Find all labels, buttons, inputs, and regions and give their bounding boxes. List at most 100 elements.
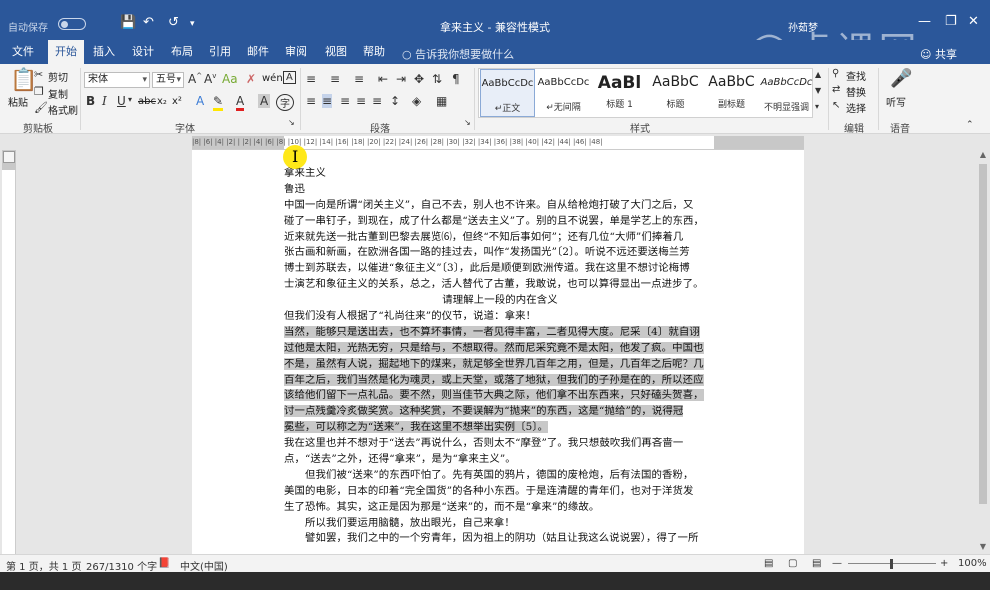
paragraph-dialog-launcher-icon[interactable]: ↘ — [464, 118, 471, 127]
restore-icon[interactable]: ❐ — [945, 14, 957, 29]
clear-formatting-icon[interactable]: ✗ — [246, 72, 256, 86]
select-button[interactable]: 选择 — [846, 100, 866, 115]
document-line[interactable]: 近来就先送一批古董到巴黎去展览⑹，但终“不知后事如何”；还有几位“大师”们捧着几 — [284, 230, 716, 246]
document-line[interactable]: 所以我们要运用脑髓，放出眼光，自己来拿！ — [284, 516, 716, 532]
vertical-ruler[interactable] — [2, 150, 16, 554]
tab-selector[interactable] — [3, 151, 15, 163]
underline-icon[interactable]: U — [117, 94, 126, 108]
underline-dropdown-icon[interactable]: ▾ — [128, 95, 132, 104]
font-name-select[interactable]: 宋体 — [84, 72, 150, 88]
document-line[interactable]: 冕些，可以称之为“送来”，我在这里不想举出实例〔5〕。 — [284, 420, 716, 436]
close-icon[interactable]: ✕ — [968, 14, 979, 29]
microphone-icon[interactable]: 🎤 — [890, 68, 912, 89]
document-line[interactable]: 当然，能够只是送出去，也不算坏事情，一者见得丰富，二者见得大度。尼采〔4〕就自诩 — [284, 325, 716, 341]
tab-file[interactable]: 文件 — [4, 40, 42, 64]
phonetic-guide-button[interactable]: wén — [262, 73, 283, 84]
style-normal[interactable]: AaBbCcDc ↵正文 — [480, 69, 535, 117]
sort-icon[interactable]: ⇅ — [432, 72, 442, 86]
superscript-button[interactable]: x² — [172, 96, 182, 107]
document-line[interactable]: 中国一向是所谓“闭关主义”，自己不去，别人也不许来。自从给枪炮打破了大门之后，又 — [284, 198, 716, 214]
document-line[interactable]: 生了恐怖。其实，这正是因为那是“送来”的，而不是“拿来”的缘故。 — [284, 500, 716, 516]
language-status[interactable]: 中文(中国) — [180, 558, 228, 573]
enclose-characters-icon[interactable]: 字 — [276, 94, 294, 111]
document-line[interactable]: 讨一点残羹冷炙做奖赏。这种奖赏，不要误解为“抛来”的东西，这是“抛给”的，说得冠 — [284, 404, 716, 420]
format-painter-button[interactable]: 格式刷 — [48, 102, 78, 117]
bullets-icon[interactable]: ≡ — [306, 72, 316, 86]
styles-scroll-down-icon[interactable]: ▼ — [815, 86, 821, 95]
tab-review[interactable]: 审阅 — [280, 40, 312, 64]
decrease-indent-icon[interactable]: ⇤ — [378, 72, 388, 86]
style-heading-1[interactable]: AaBl 标题 1 — [592, 69, 647, 117]
distributed-icon[interactable]: ≡ — [372, 94, 382, 108]
find-button[interactable]: 查找 — [846, 68, 866, 83]
document-line[interactable]: 过他是太阳，光热无穷，只是给与，不想取得。然而尼采究竟不是太阳，他发了疯。中国也 — [284, 341, 716, 357]
scroll-down-icon[interactable]: ▼ — [976, 542, 990, 554]
tab-help[interactable]: 帮助 — [358, 40, 390, 64]
horizontal-ruler[interactable]: |8| |6| |4| |2| | |2| |4| |6| |8| |10| |… — [192, 136, 804, 150]
copy-button[interactable]: 复制 — [48, 86, 68, 101]
style-subtitle[interactable]: AaBbC 副标题 — [704, 69, 759, 117]
document-line[interactable]: 请理解上一段的内在含义 — [284, 293, 716, 309]
borders-icon[interactable]: ▦ — [436, 94, 447, 108]
document-line[interactable]: 但我们被“送来”的东西吓怕了。先有英国的鸦片，德国的废枪炮，后有法国的香粉， — [284, 468, 716, 484]
align-center-icon[interactable]: ≡ — [322, 94, 333, 108]
document-line[interactable]: 我在这里也并不想对于“送去”再说什么，否则太不“摩登”了。我只想鼓吹我们再吝啬一 — [284, 436, 716, 452]
zoom-in-icon[interactable]: + — [940, 558, 948, 569]
zoom-level[interactable]: 100% — [958, 558, 987, 569]
document-body[interactable]: 拿来主义 鲁迅 中国一向是所谓“闭关主义”，自己不去，别人也不许来。自从给枪炮打破了… — [284, 166, 716, 547]
shading-icon[interactable]: ◈ — [412, 94, 421, 108]
document-line[interactable]: 百年之后，我们当然是化为魂灵，或上天堂，或落了地狱，但我们的子孙是在的，所以还应 — [284, 373, 716, 389]
document-line[interactable]: 譬如罢，我们之中的一个穷青年，因为祖上的阴功（姑且让我这么说说罢），得了一所 — [284, 531, 716, 547]
tab-references[interactable]: 引用 — [204, 40, 236, 64]
strikethrough-icon[interactable]: abc — [138, 96, 156, 107]
tab-home[interactable]: 开始 — [48, 40, 84, 64]
bold-icon[interactable]: B — [86, 94, 95, 108]
font-size-select[interactable]: 五号 — [152, 72, 184, 88]
document-line[interactable]: 美国的电影，日本的印着“完全国货”的各种小东西。于是连清醒的青年们，也对于洋货发 — [284, 484, 716, 500]
justify-icon[interactable]: ≡ — [356, 94, 366, 108]
change-case-icon[interactable]: Aa — [222, 72, 238, 86]
text-effects-icon[interactable]: A — [196, 94, 204, 108]
document-line[interactable]: 不是，虽然有人说，掘起地下的煤来，就足够全世界几百年之用，但是，几百年之后呢？几 — [284, 357, 716, 373]
proofing-icon[interactable]: 📕 — [158, 558, 170, 569]
style-title[interactable]: AaBbC 标题 — [648, 69, 703, 117]
share-button[interactable]: ☺ 共享 — [920, 46, 957, 62]
show-marks-icon[interactable]: ¶ — [452, 72, 460, 86]
styles-more-icon[interactable]: ▾ — [815, 102, 819, 111]
subscript-button[interactable]: x₂ — [157, 96, 167, 107]
read-mode-icon[interactable]: ▤ — [764, 558, 773, 569]
tab-design[interactable]: 设计 — [127, 40, 159, 64]
replace-button[interactable]: 替换 — [846, 84, 866, 99]
zoom-slider-thumb[interactable] — [890, 559, 893, 569]
increase-indent-icon[interactable]: ⇥ — [396, 72, 406, 86]
tab-layout[interactable]: 布局 — [166, 40, 198, 64]
dictate-button[interactable]: 听写 — [886, 94, 906, 109]
font-color-icon[interactable]: A — [236, 94, 245, 111]
align-left-icon[interactable]: ≡ — [306, 94, 316, 108]
multilevel-list-icon[interactable]: ≡ — [354, 72, 364, 86]
italic-icon[interactable]: I — [102, 94, 107, 108]
scroll-up-icon[interactable]: ▲ — [976, 150, 990, 162]
collapse-ribbon-icon[interactable]: ⌃ — [966, 120, 974, 130]
document-line[interactable]: 鲁迅 — [284, 182, 716, 198]
tab-mailings[interactable]: 邮件 — [242, 40, 274, 64]
paste-button[interactable]: 粘贴 — [8, 94, 28, 109]
grow-font-icon[interactable]: A^ — [188, 72, 202, 86]
tell-me-box[interactable]: ○ 告诉我你想要做什么 — [402, 46, 514, 62]
web-layout-icon[interactable]: ▤ — [812, 558, 821, 569]
print-layout-icon[interactable]: ▢ — [788, 558, 797, 569]
shrink-font-icon[interactable]: Av — [204, 72, 216, 86]
tab-view[interactable]: 视图 — [320, 40, 352, 64]
vertical-scrollbar[interactable]: ▲ ▼ — [976, 150, 990, 554]
document-line[interactable]: 点，“送去”之外，还得“拿来”，是为“拿来主义”。 — [284, 452, 716, 468]
page-count[interactable]: 第 1 页，共 1 页 — [6, 558, 81, 573]
tab-insert[interactable]: 插入 — [88, 40, 120, 64]
document-line[interactable]: 士演艺和象征主义的关系，总之，活人替代了古董，我敢说，也可以算得显出一点进步了。 — [284, 277, 716, 293]
document-line[interactable]: 碰了一串钉子，到现在，成了什么都是“送去主义”了。别的且不说罢，单是学艺上的东西… — [284, 214, 716, 230]
document-line[interactable]: 张古画和新画，在欧洲各国一路的挂过去，叫作“发扬国光”〔2〕。听说不远还要送梅兰… — [284, 245, 716, 261]
document-line[interactable]: 拿来主义 — [284, 166, 716, 182]
character-border-icon[interactable]: A — [283, 71, 296, 84]
font-dialog-launcher-icon[interactable]: ↘ — [288, 118, 295, 127]
styles-scroll-up-icon[interactable]: ▲ — [815, 70, 821, 79]
line-spacing-icon[interactable]: ↕ — [390, 94, 400, 108]
